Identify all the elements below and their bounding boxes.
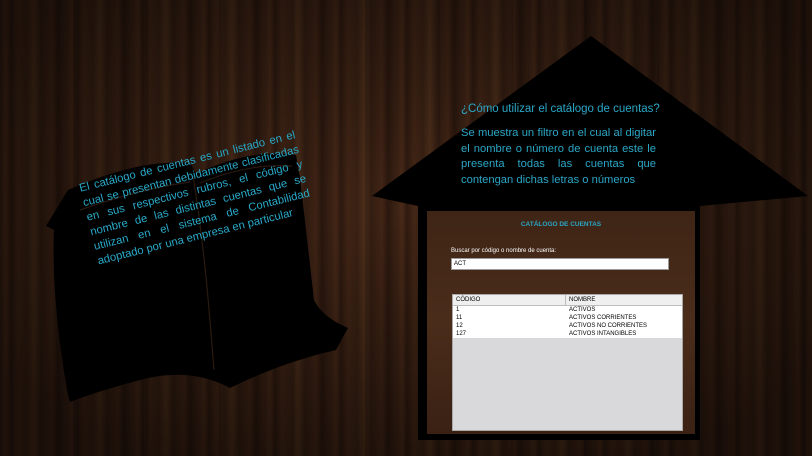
table-row[interactable]: 11 ACTIVOS CORRIENTES <box>453 314 682 322</box>
cell-codigo: 1 <box>456 307 460 313</box>
app-title: CATÁLOGO DE CUENTAS <box>520 221 602 228</box>
cell-nombre: ACTIVOS NO CORRIENTES <box>569 323 648 329</box>
house-title: ¿Cómo utilizar el catálogo de cuentas? <box>461 103 660 115</box>
cell-codigo: 11 <box>456 315 463 321</box>
cell-nombre: ACTIVOS <box>569 307 596 313</box>
cell-nombre: ACTIVOS CORRIENTES <box>569 315 637 321</box>
column-header-codigo[interactable]: CÓDIGO <box>453 295 566 305</box>
table-header: CÓDIGO NOMBRE <box>453 295 682 306</box>
table-row[interactable]: 127 ACTIVOS INTANGIBLES <box>453 330 682 338</box>
column-header-nombre[interactable]: NOMBRE <box>566 295 595 305</box>
cell-codigo: 127 <box>456 331 467 337</box>
table-row[interactable]: 12 ACTIVOS NO CORRIENTES <box>453 322 682 330</box>
catalog-app-window: CATÁLOGO DE CUENTAS Buscar por código o … <box>427 211 695 434</box>
search-label: Buscar por código o nombre de cuenta: <box>451 248 557 254</box>
accounts-table: CÓDIGO NOMBRE 1 ACTIVOS 11 ACTIVOS CORRI… <box>452 294 683 431</box>
search-input[interactable] <box>451 258 669 270</box>
cell-nombre: ACTIVOS INTANGIBLES <box>569 331 637 337</box>
cell-codigo: 12 <box>456 323 463 329</box>
table-row[interactable]: 1 ACTIVOS <box>453 306 682 314</box>
house-description: Se muestra un filtro en el cual al digit… <box>461 127 656 186</box>
